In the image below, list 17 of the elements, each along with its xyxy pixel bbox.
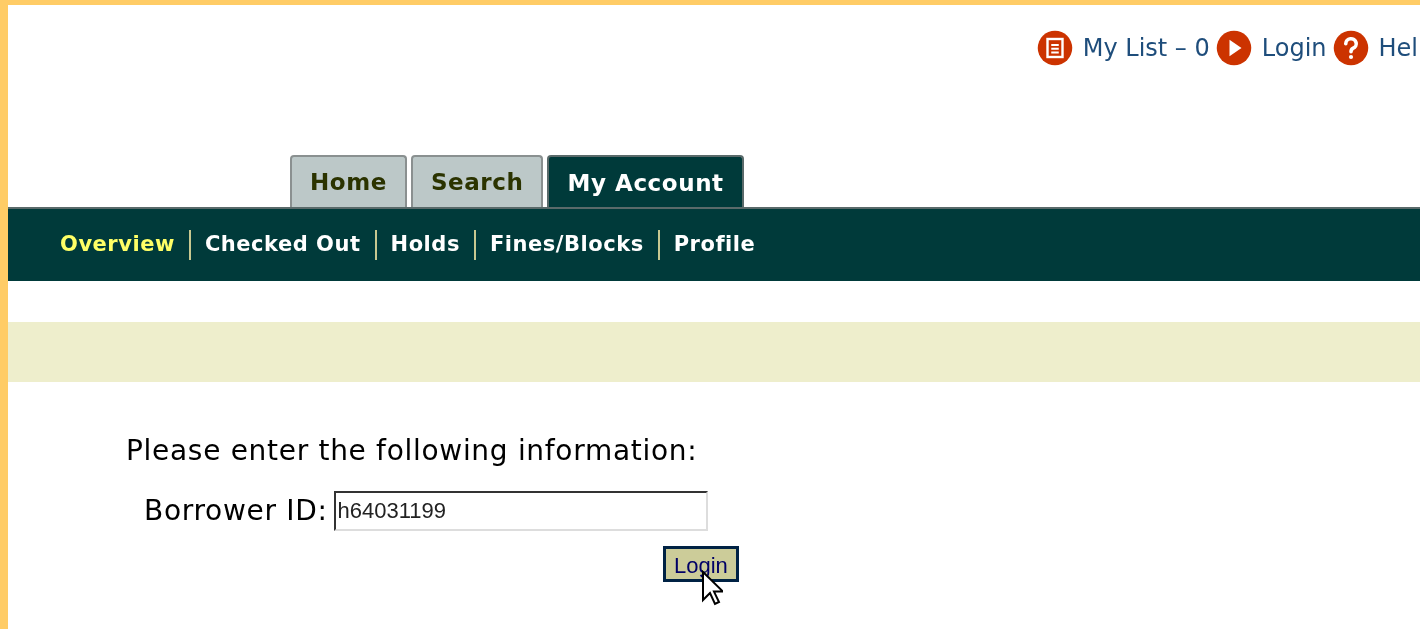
play-icon [1215, 30, 1252, 66]
subnav-link[interactable]: Holds [390, 229, 460, 261]
header-link[interactable]: Hel [1378, 30, 1418, 66]
form-heading: Please enter the following information: [126, 433, 699, 469]
header-link[interactable]: Login [1261, 30, 1327, 66]
borrower-id-field[interactable]: h64031199 [333, 491, 708, 531]
subnav-link[interactable]: Fines/Blocks [489, 229, 644, 261]
help-icon [1332, 30, 1369, 66]
header-link[interactable]: My List – 0 [1082, 30, 1210, 66]
subnav-link[interactable]: Overview [60, 229, 175, 261]
nav-tab[interactable]: Search [410, 155, 544, 207]
nav-tab[interactable]: Home [290, 155, 407, 207]
field-label: Borrower ID: [144, 493, 328, 529]
subnav-link[interactable]: Checked Out [204, 229, 361, 261]
nav-tab[interactable]: My Account [547, 155, 744, 209]
subnav-link[interactable]: Profile [673, 229, 756, 261]
login-button[interactable]: Login [663, 546, 739, 582]
